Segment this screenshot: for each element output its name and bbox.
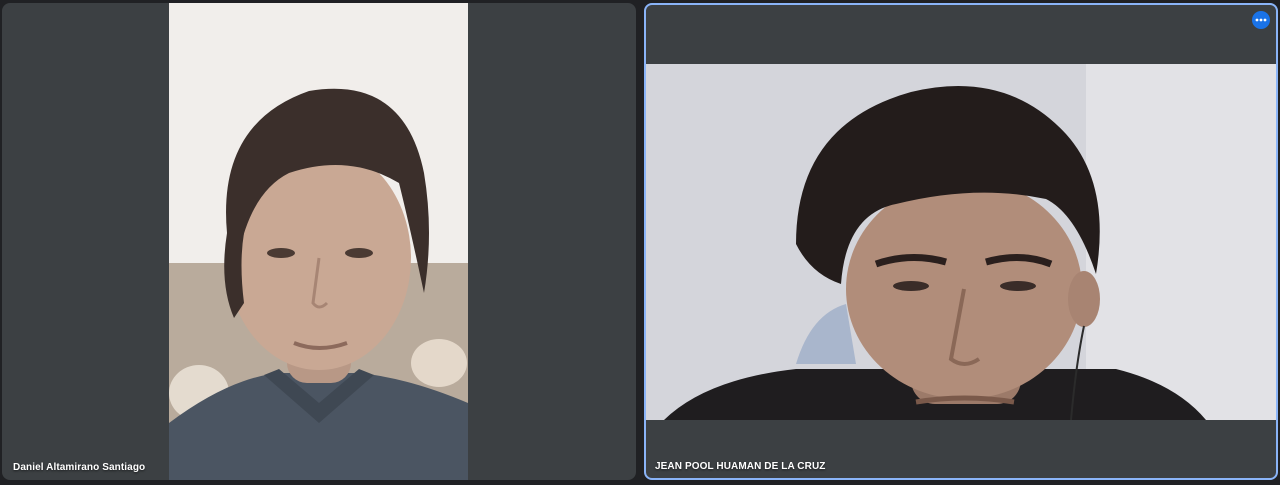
participant-name-label: Daniel Altamirano Santiago: [13, 462, 146, 473]
more-horizontal-icon: [1255, 18, 1267, 22]
participant-tile-jean-pool[interactable]: JEAN POOL HUAMAN DE LA CRUZ: [644, 3, 1278, 480]
participant-tile-daniel[interactable]: Daniel Altamirano Santiago: [2, 3, 636, 480]
participant-video-jean-pool: [646, 64, 1276, 420]
participant-video-frame: [646, 64, 1276, 420]
meeting-stage: Daniel Altamirano Santiago JEAN POOL HUA…: [0, 0, 1280, 485]
participant-video-daniel: [169, 3, 468, 480]
participant-video-frame: [169, 3, 468, 480]
more-options-button[interactable]: [1252, 11, 1270, 29]
participant-name-label: JEAN POOL HUAMAN DE LA CRUZ: [655, 461, 826, 472]
